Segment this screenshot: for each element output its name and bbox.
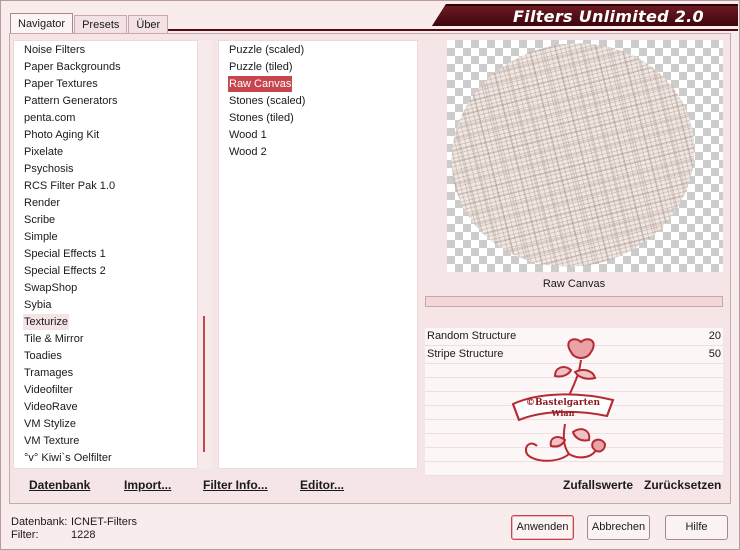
category-list-item[interactable]: Special Effects 1 xyxy=(23,246,107,262)
cancel-button[interactable]: Abbrechen xyxy=(587,515,650,540)
category-list-item[interactable]: Videofilter xyxy=(23,382,74,398)
preview-image xyxy=(427,17,719,293)
footer-db-value: ICNET-Filters xyxy=(71,516,137,528)
title-banner: Filters Unlimited 2.0 xyxy=(432,4,738,26)
category-list-item[interactable]: Paper Backgrounds xyxy=(23,59,122,75)
preview-progress-bar xyxy=(425,296,723,307)
category-list-item[interactable]: Psychosis xyxy=(23,161,75,177)
filter-list-item[interactable]: Stones (scaled) xyxy=(228,93,306,109)
watermark-logo: ©Bastelgarten Wian xyxy=(511,338,615,462)
preview-filter-name: Raw Canvas xyxy=(425,275,723,293)
randomize-button[interactable]: Zufallswerte xyxy=(563,478,633,492)
preview-canvas xyxy=(427,17,723,293)
category-list-item[interactable]: VideoRave xyxy=(23,399,79,415)
reset-button[interactable]: Zurücksetzen xyxy=(644,478,721,492)
category-list-item[interactable]: VM Stylize xyxy=(23,416,77,432)
filter-info-button[interactable]: Filter Info... xyxy=(203,478,268,492)
filter-list-item[interactable]: Wood 2 xyxy=(228,144,268,160)
tab-bar: Navigator Presets Über xyxy=(10,13,169,35)
apply-button[interactable]: Anwenden xyxy=(511,515,574,540)
category-list-item[interactable]: RCS Filter Pak 1.0 xyxy=(23,178,116,194)
category-list[interactable]: Noise Filters Paper Backgrounds Paper Text… xyxy=(13,40,198,469)
svg-text:Wian: Wian xyxy=(551,408,575,418)
filter-list-item[interactable]: Puzzle (tiled) xyxy=(228,59,294,75)
footer-db-label: Datenbank: xyxy=(11,516,68,528)
category-list-item[interactable]: Tramages xyxy=(23,365,74,381)
svg-text:©Bastelgarten: ©Bastelgarten xyxy=(526,398,601,408)
footer-filter-label: Filter: xyxy=(11,529,39,541)
category-list-item[interactable]: Toadies xyxy=(23,348,63,364)
tab-presets[interactable]: Presets xyxy=(74,15,128,35)
app-title: Filters Unlimited 2.0 xyxy=(512,7,704,26)
category-list-item[interactable]: SwapShop xyxy=(23,280,78,296)
category-list-item[interactable]: Photo Aging Kit xyxy=(23,127,100,143)
filter-list-item[interactable]: Wood 1 xyxy=(228,127,268,143)
help-button[interactable]: Hilfe xyxy=(665,515,728,540)
banner-underline xyxy=(165,29,738,31)
category-list-item[interactable]: Simple xyxy=(23,229,59,245)
param-label: Random Structure xyxy=(427,330,517,342)
footer-filter-value: 1228 xyxy=(71,529,96,541)
category-list-item[interactable]: Scribe xyxy=(23,212,56,228)
filter-list-item[interactable]: Puzzle (scaled) xyxy=(228,42,305,58)
param-value: 20 xyxy=(708,330,721,342)
category-list-item[interactable]: penta.com xyxy=(23,110,76,126)
editor-button[interactable]: Editor... xyxy=(300,478,344,492)
category-list-item[interactable]: Noise Filters xyxy=(23,42,86,58)
category-list-item[interactable]: Special Effects 2 xyxy=(23,263,107,279)
tab-navigator[interactable]: Navigator xyxy=(10,13,74,35)
category-list-item[interactable]: Sybia xyxy=(23,297,53,313)
category-list-item[interactable]: Texturize xyxy=(23,314,70,330)
category-scrollbar-thumb[interactable] xyxy=(203,316,205,452)
category-list-item[interactable]: VM Texture xyxy=(23,433,80,449)
filter-list[interactable]: Puzzle (scaled) Puzzle (tiled) Raw Canvas S… xyxy=(218,40,418,469)
category-list-item[interactable]: Tile & Mirror xyxy=(23,331,84,347)
param-value: 50 xyxy=(708,348,721,360)
tab-about[interactable]: Über xyxy=(128,15,169,35)
category-list-item[interactable]: °v° Kiwi`s Oelfilter xyxy=(23,450,113,466)
database-button[interactable]: Datenbank xyxy=(29,478,90,492)
category-scrollbar[interactable] xyxy=(198,40,212,469)
filter-list-item[interactable]: Stones (tiled) xyxy=(228,110,295,126)
import-button[interactable]: Import... xyxy=(124,478,171,492)
filter-list-item[interactable]: Raw Canvas xyxy=(228,76,293,92)
category-list-item[interactable]: Paper Textures xyxy=(23,76,99,92)
category-list-item[interactable]: Render xyxy=(23,195,61,211)
category-list-item[interactable]: Pattern Generators xyxy=(23,93,119,109)
param-label: Stripe Structure xyxy=(427,348,504,360)
category-list-item[interactable]: Pixelate xyxy=(23,144,64,160)
